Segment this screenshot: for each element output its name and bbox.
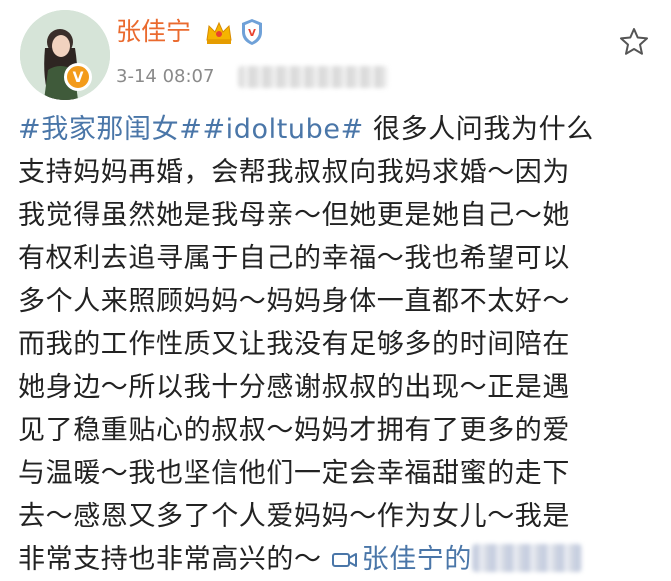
post-text: 非常支持也非常高兴的～ — [18, 544, 322, 575]
video-link[interactable]: 张佳宁的 — [362, 544, 472, 575]
hashtag-link[interactable]: #idoltube# — [202, 114, 363, 145]
post-line: 而我的工作性质又让我没有足够多的时间陪在 — [18, 329, 570, 360]
video-camera-icon[interactable] — [331, 550, 358, 570]
author-name[interactable]: 张佳宁 — [116, 14, 191, 50]
post-line: 见了稳重贴心的叔叔～妈妈才拥有了更多的爱 — [18, 415, 570, 446]
video-link-blurred — [472, 544, 583, 572]
post-line: 多个人来照顾妈妈～妈妈身体一直都不太好～ — [18, 286, 570, 317]
post-line: 她身边～所以我十分感谢叔叔的出现～正是遇 — [18, 372, 570, 403]
post-timestamp: 3-14 08:07 — [116, 66, 215, 87]
post-body: #我家那闺女##idoltube# 很多人问我为什么 支持妈妈再婚，会帮我叔叔向… — [18, 108, 658, 581]
post-line: 去～感恩又多了个人爱妈妈～作为女儿～我是 — [18, 501, 570, 532]
post-header: V 张佳宁 V 3-14 08:07 — [0, 0, 671, 104]
svg-text:V: V — [248, 28, 256, 39]
post-text: 很多人问我为什么 — [373, 114, 594, 145]
avatar[interactable] — [20, 10, 110, 100]
verified-badge-icon: V — [64, 63, 92, 91]
hashtag-link[interactable]: #我家那闺女# — [18, 114, 202, 145]
crown-icon[interactable] — [204, 18, 234, 46]
post-source-blurred — [238, 66, 388, 88]
shield-icon[interactable]: V — [240, 18, 264, 46]
post-line: 与温暖～我也坚信他们一定会幸福甜蜜的走下 — [18, 458, 570, 489]
post-line: 非常支持也非常高兴的～ 张佳宁的 — [18, 538, 658, 581]
star-icon[interactable] — [618, 26, 650, 58]
post-line: 支持妈妈再婚，会帮我叔叔向我妈求婚～因为 — [18, 157, 570, 188]
post-line: 我觉得虽然她是我母亲～但她更是她自己～她 — [18, 200, 570, 231]
avatar-image — [20, 10, 110, 100]
post-line: #我家那闺女##idoltube# 很多人问我为什么 — [18, 108, 658, 151]
post-line: 有权利去追寻属于自己的幸福～我也希望可以 — [18, 243, 570, 274]
svg-text:V: V — [73, 70, 84, 86]
